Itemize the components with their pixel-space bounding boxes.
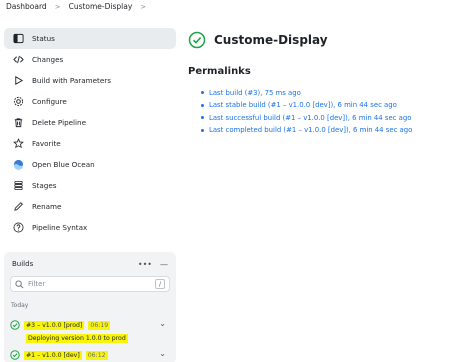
gear-icon: [12, 96, 24, 108]
builds-title: Builds: [12, 260, 34, 268]
build-row-3[interactable]: #3 – v1.0.0 [prod] 06:19: [10, 319, 170, 331]
sidebar-item-label: Pipeline Syntax: [32, 223, 88, 232]
build-row-1[interactable]: #1 – v1.0.0 [dev] 06:12: [10, 349, 170, 361]
permalinks-heading: Permalinks: [188, 66, 251, 77]
sidebar-item-stages[interactable]: Stages: [4, 175, 176, 196]
code-icon: [12, 54, 24, 66]
bullet: [201, 91, 204, 94]
sidebar: Status Changes Build with Parameters Con…: [0, 28, 182, 238]
builds-group-label: Today: [11, 302, 29, 309]
chevron-down-icon[interactable]: ⌄: [159, 349, 166, 358]
page-title: Custome-Display: [214, 33, 328, 47]
sidebar-item-label: Rename: [32, 202, 62, 211]
main-content: Custome-Display Permalinks Last build (#…: [188, 28, 468, 137]
help-icon: [12, 222, 24, 234]
job-header: Custome-Display: [188, 28, 468, 52]
chevron-down-icon[interactable]: ⌄: [159, 319, 166, 328]
list-item: Last successful build (#1 – v1.0.0 [dev]…: [201, 112, 468, 123]
permalinks-list: Last build (#3), 75 ms ago Last stable b…: [201, 87, 468, 136]
filter-placeholder: Filter: [28, 280, 46, 288]
star-icon: [12, 138, 24, 150]
status-icon: [12, 33, 24, 45]
search-icon: [15, 279, 24, 289]
chevron-right-icon: >: [54, 2, 61, 11]
sidebar-item-pipeline-syntax[interactable]: Pipeline Syntax: [4, 217, 176, 238]
bullet: [201, 128, 204, 132]
sidebar-item-status[interactable]: Status: [4, 28, 176, 49]
stages-icon: [12, 180, 24, 192]
sidebar-item-open-blue-ocean[interactable]: Open Blue Ocean: [4, 154, 176, 175]
bullet: [201, 103, 204, 107]
minus-icon[interactable]: —: [160, 260, 168, 269]
permalink-last-successful-build[interactable]: Last successful build (#1 – v1.0.0 [dev]…: [209, 114, 411, 122]
sidebar-item-label: Status: [32, 34, 55, 43]
build-time: 06:19: [88, 320, 111, 330]
keyboard-shortcut-badge: /: [155, 279, 165, 289]
sidebar-item-label: Stages: [32, 181, 57, 190]
sidebar-item-label: Changes: [32, 55, 64, 64]
sidebar-item-changes[interactable]: Changes: [4, 49, 176, 70]
sidebar-item-label: Delete Pipeline: [32, 118, 87, 127]
sidebar-item-label: Build with Parameters: [32, 76, 111, 85]
more-icon[interactable]: •••: [138, 260, 152, 269]
sidebar-item-favorite[interactable]: Favorite: [4, 133, 176, 154]
success-check-icon: [188, 31, 206, 49]
sidebar-item-label: Configure: [32, 97, 67, 106]
list-item: Last stable build (#1 – v1.0.0 [dev]), 6…: [201, 100, 468, 111]
play-icon: [12, 75, 24, 87]
permalink-last-build[interactable]: Last build (#3), 75 ms ago: [209, 89, 301, 97]
build-name[interactable]: #1 – v1.0.0 [dev]: [24, 350, 82, 360]
list-item: Last completed build (#1 – v1.0.0 [dev])…: [201, 125, 468, 136]
chevron-right-icon[interactable]: >: [140, 3, 146, 11]
sidebar-item-build-with-parameters[interactable]: Build with Parameters: [4, 70, 176, 91]
builds-panel: Builds ••• — Filter / Today #3 – v1.0.0 …: [4, 252, 176, 362]
permalink-last-completed-build[interactable]: Last completed build (#1 – v1.0.0 [dev])…: [209, 126, 412, 134]
build-message: Deploying version 1.0.0 to prod: [26, 334, 128, 343]
success-check-icon: [10, 350, 20, 360]
build-time: 06:12: [85, 350, 108, 360]
breadcrumb-dashboard[interactable]: Dashboard: [6, 2, 47, 11]
builds-actions: ••• —: [138, 260, 168, 269]
breadcrumb-job[interactable]: Custome-Display: [69, 2, 133, 11]
builds-filter-input[interactable]: Filter /: [10, 276, 170, 292]
builds-header: Builds ••• —: [4, 252, 176, 276]
breadcrumb: Dashboard > Custome-Display >: [0, 0, 474, 13]
sidebar-item-configure[interactable]: Configure: [4, 91, 176, 112]
blue-ocean-icon: [12, 159, 24, 171]
success-check-icon: [10, 320, 20, 330]
list-item: Last build (#3), 75 ms ago: [201, 87, 468, 98]
bullet: [201, 116, 204, 119]
sidebar-item-label: Open Blue Ocean: [32, 160, 95, 169]
build-name[interactable]: #3 – v1.0.0 [prod]: [24, 320, 85, 330]
trash-icon: [12, 117, 24, 129]
sidebar-item-delete-pipeline[interactable]: Delete Pipeline: [4, 112, 176, 133]
permalink-last-stable-build[interactable]: Last stable build (#1 – v1.0.0 [dev]), 6…: [209, 101, 397, 109]
pencil-icon: [12, 201, 24, 213]
sidebar-item-rename[interactable]: Rename: [4, 196, 176, 217]
sidebar-item-label: Favorite: [32, 139, 61, 148]
